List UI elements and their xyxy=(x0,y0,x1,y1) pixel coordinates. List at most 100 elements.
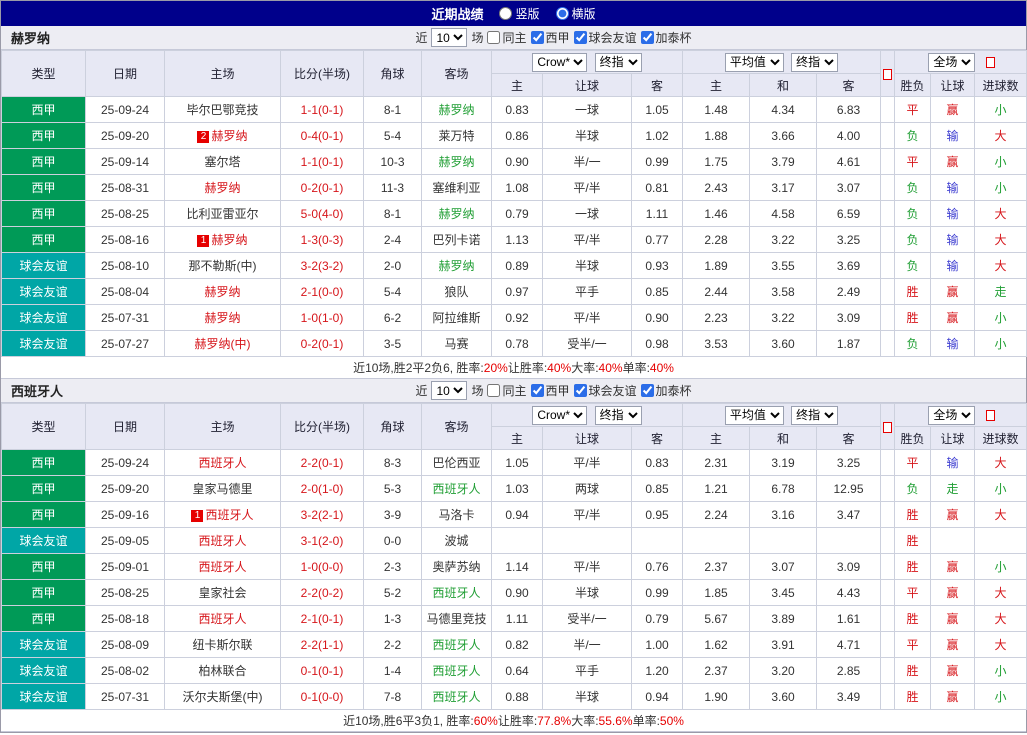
home-team-name[interactable]: 纽卡斯尔联 xyxy=(192,638,252,652)
cell-score[interactable]: 1-0(0-0) xyxy=(281,554,364,580)
cell-score[interactable]: 1-0(1-0) xyxy=(281,305,364,331)
home-team-name[interactable]: 赫罗纳 xyxy=(211,233,247,247)
away-team-name[interactable]: 赫罗纳 xyxy=(438,103,474,117)
cell-score[interactable]: 2-1(0-1) xyxy=(281,606,364,632)
home-team-name[interactable]: 沃尔夫斯堡(中) xyxy=(183,690,263,704)
cell-score[interactable]: 0-1(0-1) xyxy=(281,658,364,684)
cell-score[interactable]: 0-2(0-1) xyxy=(281,331,364,357)
match-count-select[interactable]: 10 xyxy=(431,381,467,400)
odds-time-select[interactable]: 终指 xyxy=(595,53,642,72)
away-team-name[interactable]: 波城 xyxy=(444,534,468,548)
league-checkbox[interactable] xyxy=(531,384,544,397)
home-team-name[interactable]: 皇家社会 xyxy=(198,586,246,600)
same-home-filter[interactable]: 同主 xyxy=(487,382,526,399)
handicap-rate-label: 让胜率: xyxy=(498,712,537,729)
cell-score[interactable]: 3-2(3-2) xyxy=(281,253,364,279)
cell-score[interactable]: 3-1(2-0) xyxy=(281,528,364,554)
home-team-name[interactable]: 西班牙人 xyxy=(198,534,246,548)
cell-score[interactable]: 1-3(0-3) xyxy=(281,227,364,253)
cup-checkbox[interactable] xyxy=(641,31,654,44)
cell-odds-home: 0.83 xyxy=(492,97,543,123)
scope-select[interactable]: 全场 xyxy=(928,406,975,425)
cell-league-type: 西甲 xyxy=(2,149,86,175)
avg-select[interactable]: 平均值 xyxy=(725,53,784,72)
same-home-checkbox[interactable] xyxy=(487,384,500,397)
cell-handicap-result: 赢 xyxy=(931,502,975,528)
home-team-name[interactable]: 西班牙人 xyxy=(198,612,246,626)
away-team-name[interactable]: 狼队 xyxy=(444,285,468,299)
cell-score[interactable]: 2-0(1-0) xyxy=(281,476,364,502)
layout-option-horizontal[interactable]: 横版 xyxy=(556,5,596,22)
home-team-name[interactable]: 柏林联合 xyxy=(198,664,246,678)
friendly-checkbox[interactable] xyxy=(574,384,587,397)
home-team-name[interactable]: 赫罗纳(中) xyxy=(195,337,251,351)
cell-score[interactable]: 1-1(0-1) xyxy=(281,97,364,123)
away-team-name[interactable]: 莱万特 xyxy=(438,129,474,143)
friendly-filter[interactable]: 球会友谊 xyxy=(574,29,637,46)
vertical-layout-radio[interactable] xyxy=(499,7,512,20)
away-team-name[interactable]: 赫罗纳 xyxy=(438,155,474,169)
home-team-name[interactable]: 西班牙人 xyxy=(205,508,253,522)
away-team-name[interactable]: 马洛卡 xyxy=(438,508,474,522)
horizontal-layout-radio[interactable] xyxy=(556,7,569,20)
home-team-name[interactable]: 比利亚雷亚尔 xyxy=(186,207,258,221)
cup-filter[interactable]: 加泰杯 xyxy=(641,382,692,399)
home-team-name[interactable]: 毕尔巴鄂竞技 xyxy=(186,103,258,117)
cell-avg-draw: 6.78 xyxy=(750,476,817,502)
match-count-select[interactable]: 10 xyxy=(431,28,467,47)
league-filter[interactable]: 西甲 xyxy=(531,382,570,399)
away-team-name[interactable]: 奥萨苏纳 xyxy=(432,560,480,574)
league-filter[interactable]: 西甲 xyxy=(531,29,570,46)
home-team-name[interactable]: 塞尔塔 xyxy=(204,155,240,169)
friendly-checkbox[interactable] xyxy=(574,31,587,44)
cell-score[interactable]: 5-0(4-0) xyxy=(281,201,364,227)
cell-odds-home: 0.78 xyxy=(492,331,543,357)
away-team-name[interactable]: 西班牙人 xyxy=(432,586,480,600)
away-team-name[interactable]: 马赛 xyxy=(444,337,468,351)
cell-score[interactable]: 0-1(0-0) xyxy=(281,684,364,710)
away-team-name[interactable]: 巴伦西亚 xyxy=(432,456,480,470)
cell-odds-away: 0.94 xyxy=(632,684,683,710)
away-team-name[interactable]: 马德里竞技 xyxy=(426,612,486,626)
home-team-name[interactable]: 赫罗纳 xyxy=(204,285,240,299)
home-team-name[interactable]: 西班牙人 xyxy=(198,456,246,470)
away-team-name[interactable]: 赫罗纳 xyxy=(438,259,474,273)
home-team-name[interactable]: 西班牙人 xyxy=(198,560,246,574)
cell-score[interactable]: 2-2(0-2) xyxy=(281,580,364,606)
home-team-name[interactable]: 赫罗纳 xyxy=(204,181,240,195)
away-team-name[interactable]: 阿拉维斯 xyxy=(432,311,480,325)
cup-filter[interactable]: 加泰杯 xyxy=(641,29,692,46)
away-team-name[interactable]: 西班牙人 xyxy=(432,664,480,678)
cup-checkbox[interactable] xyxy=(641,384,654,397)
cell-score[interactable]: 0-4(0-1) xyxy=(281,123,364,149)
home-team-name[interactable]: 那不勒斯(中) xyxy=(189,259,257,273)
away-team-name[interactable]: 巴列卡诺 xyxy=(432,233,480,247)
cell-score[interactable]: 2-1(0-0) xyxy=(281,279,364,305)
same-home-checkbox[interactable] xyxy=(487,31,500,44)
away-team-name[interactable]: 西班牙人 xyxy=(432,482,480,496)
cell-score[interactable]: 2-2(0-1) xyxy=(281,450,364,476)
odds-time-select[interactable]: 终指 xyxy=(595,406,642,425)
avg-select[interactable]: 平均值 xyxy=(725,406,784,425)
home-team-name[interactable]: 赫罗纳 xyxy=(204,311,240,325)
avg-time-select[interactable]: 终指 xyxy=(791,406,838,425)
scope-select[interactable]: 全场 xyxy=(928,53,975,72)
away-team-name[interactable]: 西班牙人 xyxy=(432,690,480,704)
league-checkbox[interactable] xyxy=(531,31,544,44)
cell-score[interactable]: 0-2(0-1) xyxy=(281,175,364,201)
away-team-name[interactable]: 西班牙人 xyxy=(432,638,480,652)
friendly-filter[interactable]: 球会友谊 xyxy=(574,382,637,399)
cell-home-team: 毕尔巴鄂竞技 xyxy=(165,97,281,123)
cell-score[interactable]: 1-1(0-1) xyxy=(281,149,364,175)
home-team-name[interactable]: 皇家马德里 xyxy=(192,482,252,496)
odds-company-select[interactable]: Crow* xyxy=(532,53,587,72)
home-team-name[interactable]: 赫罗纳 xyxy=(211,129,247,143)
away-team-name[interactable]: 塞维利亚 xyxy=(432,181,480,195)
same-home-filter[interactable]: 同主 xyxy=(487,29,526,46)
odds-company-select[interactable]: Crow* xyxy=(532,406,587,425)
cell-score[interactable]: 3-2(2-1) xyxy=(281,502,364,528)
layout-option-vertical[interactable]: 竖版 xyxy=(499,5,539,22)
cell-score[interactable]: 2-2(1-1) xyxy=(281,632,364,658)
away-team-name[interactable]: 赫罗纳 xyxy=(438,207,474,221)
avg-time-select[interactable]: 终指 xyxy=(791,53,838,72)
